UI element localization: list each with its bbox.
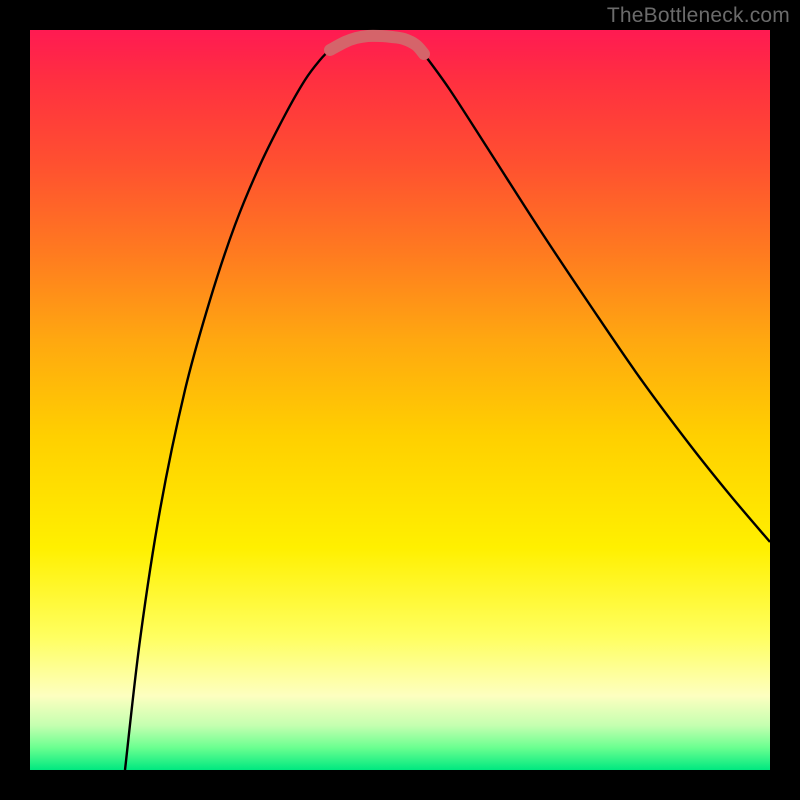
plot-area: [30, 30, 770, 770]
curve-layer: [30, 30, 770, 770]
watermark-text: TheBottleneck.com: [607, 4, 790, 28]
chart-frame: TheBottleneck.com: [0, 0, 800, 800]
curve-right: [424, 54, 770, 542]
curve-valley: [330, 36, 424, 54]
curve-left: [125, 44, 340, 770]
